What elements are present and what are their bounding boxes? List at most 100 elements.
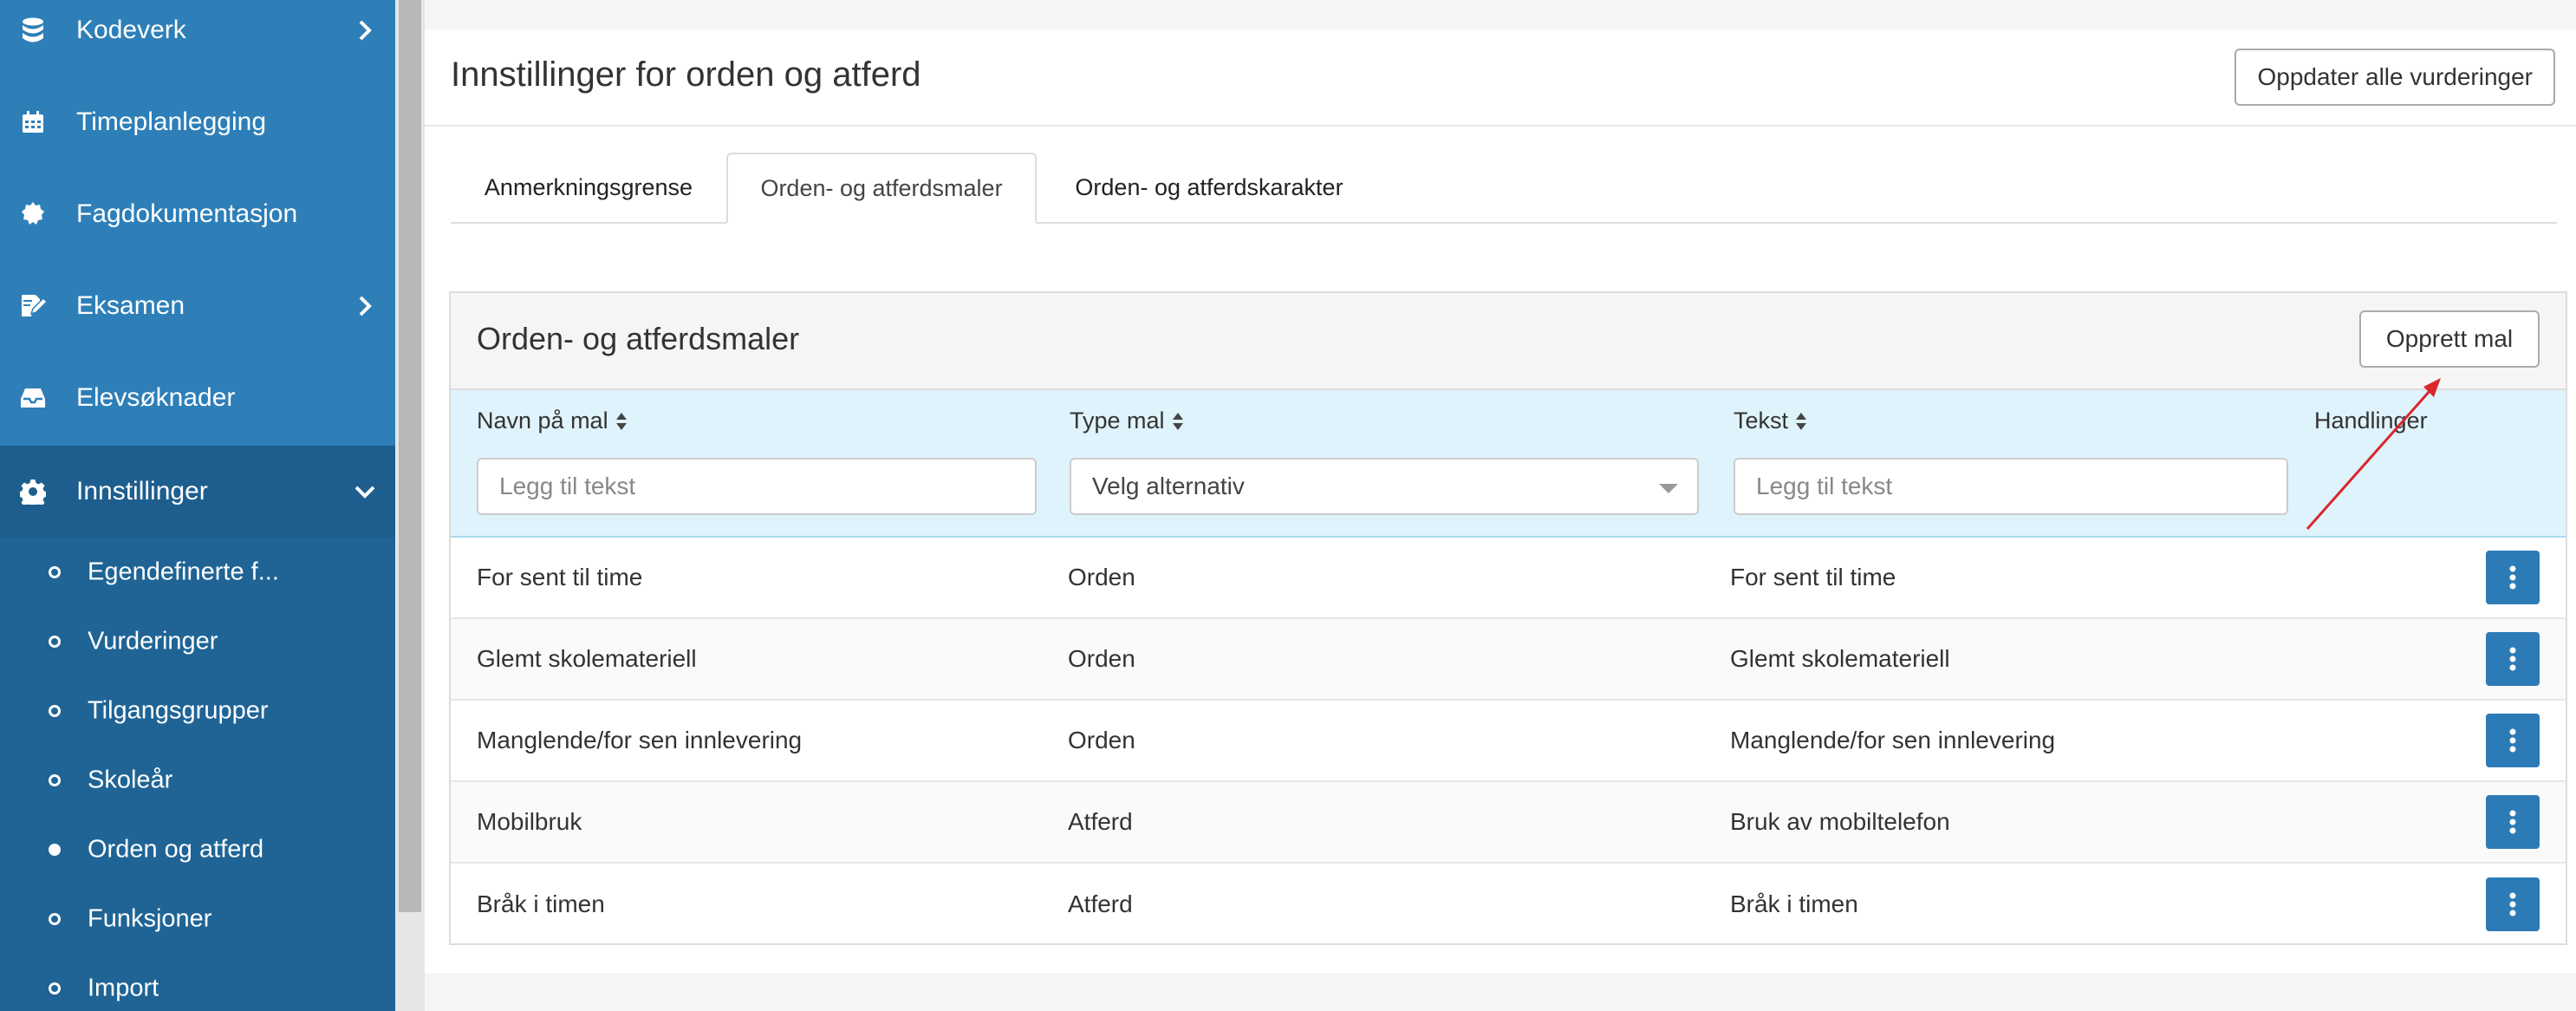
sidebar-subitem-funksjoner[interactable]: Funksjoner [0, 884, 395, 954]
main-area: Innstillinger for orden og atferd Oppdat… [425, 0, 2576, 1011]
name-filter-input[interactable] [477, 458, 1037, 515]
ellipsis-vertical-icon [2509, 565, 2516, 590]
sidebar-subitem-label: Import [88, 974, 159, 1002]
update-all-assessments-button[interactable]: Oppdater alle vurderinger [2234, 49, 2555, 106]
column-header-name[interactable]: Navn på mal [477, 408, 628, 434]
column-header-type[interactable]: Type mal [1070, 408, 1184, 434]
sidebar-subitem-egendefinerte[interactable]: Egendefinerte f... [0, 538, 395, 607]
sidebar-item-fagdokumentasjon[interactable]: Fagdokumentasjon [0, 168, 395, 260]
row-actions-button[interactable] [2486, 551, 2540, 604]
cell-name: For sent til time [477, 564, 643, 590]
table-row: Bråk i timen Atferd Bråk i timen [451, 864, 2566, 945]
circle-filled-icon [49, 844, 61, 856]
table-row: For sent til time Orden For sent til tim… [451, 538, 2566, 619]
sidebar-subitem-label: Tilgangsgrupper [88, 696, 269, 725]
sidebar-subitem-skolear[interactable]: Skoleår [0, 746, 395, 815]
signature-icon [19, 292, 47, 320]
column-header-label: Tekst [1734, 408, 1789, 434]
sidebar-scrollbar-thumb[interactable] [399, 0, 421, 912]
sidebar-item-elevsoknader[interactable]: Elevsøknader [0, 352, 395, 444]
table-row: Glemt skolemateriell Orden Glemt skolema… [451, 619, 2566, 701]
chevron-down-icon [355, 486, 375, 499]
create-template-button[interactable]: Opprett mal [2359, 310, 2540, 368]
sidebar-item-kodeverk[interactable]: Kodeverk [0, 0, 395, 76]
cell-text: Glemt skolemateriell [1730, 645, 1950, 672]
sidebar-item-label: Fagdokumentasjon [76, 199, 298, 228]
panel-title: Orden- og atferdsmaler [477, 321, 800, 356]
cell-type: Atferd [1068, 890, 1133, 917]
ellipsis-vertical-icon [2509, 810, 2516, 834]
sidebar-item-label: Elevsøknader [76, 383, 236, 412]
cell-type: Orden [1068, 564, 1135, 590]
tab-orden-og-atferdskarakter[interactable]: Orden- og atferdskarakter [1037, 153, 1382, 222]
cell-name: Manglende/for sen innlevering [477, 727, 803, 753]
caret-down-icon [1659, 484, 1678, 493]
type-filter-placeholder: Velg alternativ [1092, 473, 1245, 499]
cell-text: Bruk av mobiltelefon [1730, 808, 1950, 835]
circle-outline-icon [49, 774, 61, 786]
sidebar: Kodeverk Timeplanlegging Fagdokumentasjo… [0, 0, 395, 1011]
table-header-filters: Navn på mal Type mal Tekst Handlinger Ve… [451, 390, 2566, 538]
column-header-label: Type mal [1070, 408, 1165, 434]
circle-outline-icon [49, 566, 61, 578]
cell-type: Orden [1068, 727, 1135, 753]
tab-bar: Anmerkningsgrense Orden- og atferdsmaler… [451, 153, 2557, 224]
inbox-icon [19, 384, 47, 412]
sidebar-item-timeplanlegging[interactable]: Timeplanlegging [0, 76, 395, 168]
row-actions-button[interactable] [2486, 877, 2540, 931]
column-header-text[interactable]: Tekst [1734, 408, 1807, 434]
cell-name: Glemt skolemateriell [477, 645, 697, 672]
sidebar-subitem-label: Funksjoner [88, 904, 212, 933]
ellipsis-vertical-icon [2509, 892, 2516, 916]
sidebar-subitem-label: Egendefinerte f... [88, 558, 279, 586]
ellipsis-vertical-icon [2509, 647, 2516, 671]
gear-icon [19, 478, 47, 506]
sidebar-item-label: Kodeverk [76, 16, 186, 44]
table-body: For sent til time Orden For sent til tim… [451, 538, 2566, 945]
chevron-right-icon [359, 296, 372, 316]
column-header-label: Navn på mal [477, 408, 608, 434]
text-filter-input[interactable] [1734, 458, 2288, 515]
sort-icon [615, 412, 627, 430]
sidebar-item-eksamen[interactable]: Eksamen [0, 260, 395, 352]
table-row: Manglende/for sen innlevering Orden Mang… [451, 701, 2566, 782]
calendar-icon [19, 108, 47, 136]
sidebar-subitem-label: Orden og atferd [88, 835, 264, 864]
sidebar-item-label: Eksamen [76, 291, 185, 320]
panel-header: Orden- og atferdsmaler Opprett mal [451, 293, 2566, 390]
cell-text: Bråk i timen [1730, 890, 1858, 917]
sidebar-subitem-import[interactable]: Import [0, 954, 395, 1011]
cell-name: Mobilbruk [477, 808, 582, 835]
circle-outline-icon [49, 913, 61, 925]
sidebar-subitem-orden-og-atferd[interactable]: Orden og atferd [0, 815, 395, 884]
sort-icon [1172, 412, 1183, 430]
circle-outline-icon [49, 636, 61, 648]
type-filter-select[interactable]: Velg alternativ [1070, 458, 1699, 515]
tab-anmerkningsgrense[interactable]: Anmerkningsgrense [451, 153, 726, 222]
cell-type: Atferd [1068, 808, 1133, 835]
chevron-right-icon [359, 20, 372, 41]
table-row: Mobilbruk Atferd Bruk av mobiltelefon [451, 782, 2566, 864]
page-content: Innstillinger for orden og atferd Oppdat… [425, 29, 2576, 973]
sidebar-item-innstillinger[interactable]: Innstillinger [0, 446, 395, 538]
row-actions-button[interactable] [2486, 632, 2540, 686]
cell-type: Orden [1068, 645, 1135, 672]
cell-name: Bråk i timen [477, 890, 605, 917]
row-actions-button[interactable] [2486, 795, 2540, 849]
sidebar-subitem-tilgangsgrupper[interactable]: Tilgangsgrupper [0, 676, 395, 746]
tab-orden-og-atferdsmaler[interactable]: Orden- og atferdsmaler [726, 153, 1037, 224]
row-actions-button[interactable] [2486, 714, 2540, 767]
cell-text: For sent til time [1730, 564, 1896, 590]
sidebar-subitem-label: Vurderinger [88, 627, 218, 656]
database-icon [19, 16, 47, 44]
sort-icon [1796, 412, 1807, 430]
circle-outline-icon [49, 705, 61, 717]
header-divider [425, 125, 2576, 127]
sidebar-subitem-vurderinger[interactable]: Vurderinger [0, 607, 395, 676]
templates-panel: Orden- og atferdsmaler Opprett mal Navn … [449, 291, 2567, 945]
cell-text: Manglende/for sen innlevering [1730, 727, 2056, 753]
ellipsis-vertical-icon [2509, 728, 2516, 753]
cog-badge-icon [19, 200, 47, 228]
column-header-actions: Handlinger [2314, 408, 2428, 434]
sidebar-subitem-label: Skoleår [88, 766, 173, 794]
